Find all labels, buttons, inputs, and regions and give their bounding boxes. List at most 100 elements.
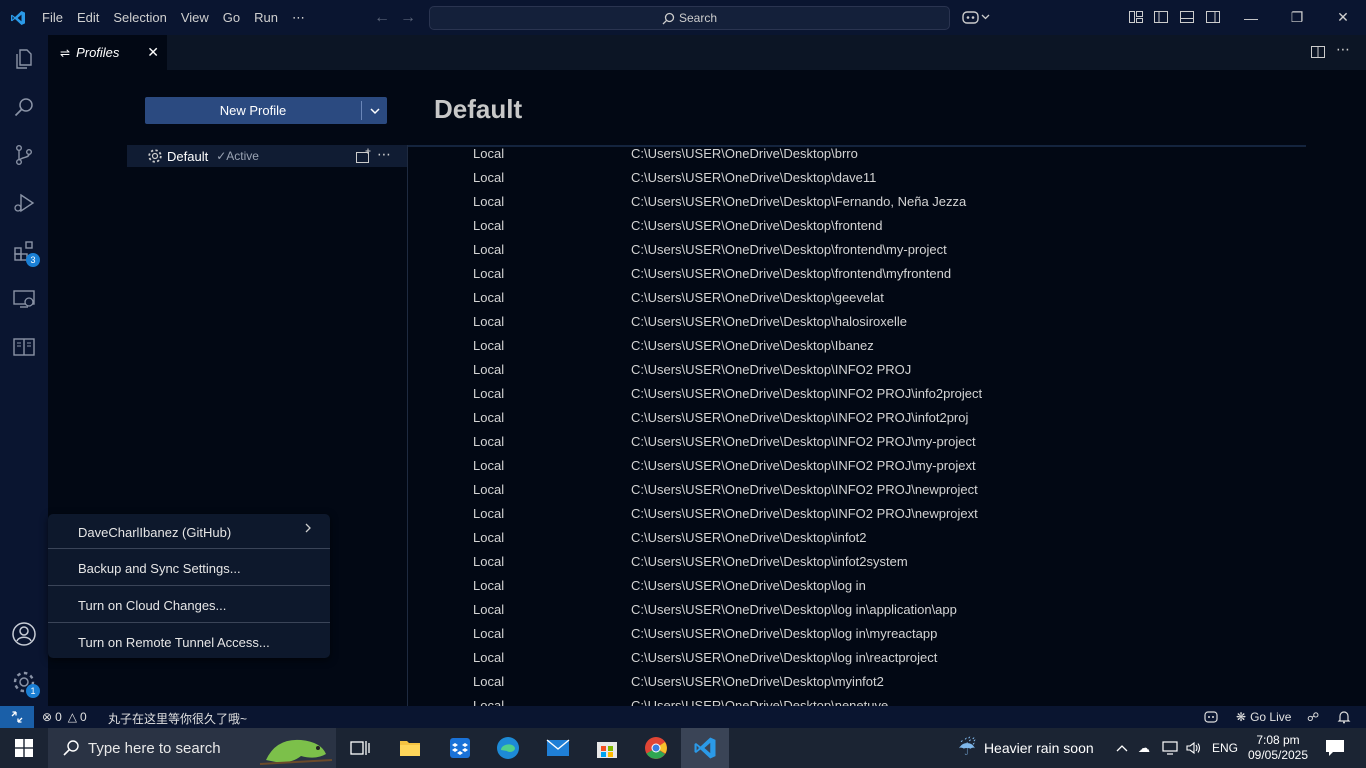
folder-host: Local — [473, 362, 505, 377]
menu-go[interactable]: Go — [216, 0, 247, 35]
show-hidden-icons-chevron-up-icon[interactable] — [1116, 728, 1128, 768]
table-row[interactable]: Local C:\Users\USER\OneDrive\Desktop\log … — [408, 646, 1308, 670]
menu-edit[interactable]: Edit — [70, 0, 106, 35]
github-account-menu-item[interactable]: DaveCharlIbanez (GitHub) — [48, 514, 330, 550]
toggle-primary-sidebar-icon[interactable] — [1153, 9, 1169, 25]
table-row[interactable]: Local C:\Users\USER\OneDrive\Desktop\info… — [408, 526, 1308, 550]
table-row[interactable]: Local C:\Users\USER\OneDrive\Desktop\brro — [408, 142, 1308, 166]
table-row[interactable]: Local C:\Users\USER\OneDrive\Desktop\log … — [408, 574, 1308, 598]
folder-host: Local — [473, 530, 505, 545]
go-live-button[interactable]: ❋ Go Live — [1236, 710, 1291, 724]
menu-run[interactable]: Run — [247, 0, 285, 35]
table-row[interactable]: Local C:\Users\USER\OneDrive\Desktop\INFO… — [408, 478, 1308, 502]
remote-indicator-icon[interactable] — [0, 706, 34, 728]
remote-tunnel-menu-item[interactable]: Turn on Remote Tunnel Access... — [48, 624, 330, 660]
minimize-window-button[interactable]: — — [1228, 0, 1274, 35]
table-row[interactable]: Local C:\Users\USER\OneDrive\Desktop\halo… — [408, 310, 1308, 334]
edge-browser-icon[interactable] — [484, 728, 532, 768]
close-icon[interactable]: ✕ — [147, 44, 159, 61]
table-row[interactable]: Local C:\Users\USER\OneDrive\Desktop\log … — [408, 622, 1308, 646]
copilot-icon[interactable] — [962, 9, 992, 25]
dropbox-icon[interactable] — [436, 728, 484, 768]
active-status-label: Active — [226, 149, 259, 163]
chrome-browser-icon[interactable] — [632, 728, 680, 768]
notifications-bell-icon[interactable] — [1337, 710, 1351, 724]
folder-path: C:\Users\USER\OneDrive\Desktop\INFO2 PRO… — [631, 410, 969, 425]
folder-path: C:\Users\USER\OneDrive\Desktop\nenetuve — [631, 698, 889, 706]
table-row[interactable]: Local C:\Users\USER\OneDrive\Desktop\fron… — [408, 214, 1308, 238]
table-row[interactable]: Local C:\Users\USER\OneDrive\Desktop\INFO… — [408, 502, 1308, 526]
explorer-icon[interactable] — [0, 35, 48, 83]
table-row[interactable]: Local C:\Users\USER\OneDrive\Desktop\fron… — [408, 238, 1308, 262]
menu-selection[interactable]: Selection — [106, 0, 173, 35]
problems-status[interactable]: ⊗ 0 △ 0 — [42, 710, 87, 724]
table-row[interactable]: Local C:\Users\USER\OneDrive\Desktop\Iban… — [408, 334, 1308, 358]
more-actions-icon[interactable]: ⋯ — [1336, 41, 1350, 58]
table-row[interactable]: Local C:\Users\USER\OneDrive\Desktop\myin… — [408, 670, 1308, 694]
windows-start-icon[interactable] — [0, 728, 48, 768]
split-editor-icon[interactable] — [1310, 44, 1326, 65]
source-control-icon[interactable] — [0, 131, 48, 179]
remote-explorer-icon[interactable] — [0, 275, 48, 323]
menu-more[interactable]: ⋯ — [285, 0, 312, 35]
menu-separator — [48, 548, 330, 549]
table-row[interactable]: Local C:\Users\USER\OneDrive\Desktop\geev… — [408, 286, 1308, 310]
restore-window-button[interactable]: ❐ — [1274, 0, 1320, 35]
taskbar-search-box[interactable]: Type here to search — [48, 728, 336, 768]
tab-profiles[interactable]: ⇌ Profiles ✕ — [48, 35, 167, 70]
table-row[interactable]: Local C:\Users\USER\OneDrive\Desktop\log … — [408, 598, 1308, 622]
clock[interactable]: 7:08 pm 09/05/2025 — [1248, 728, 1308, 768]
search-view-icon[interactable] — [0, 83, 48, 131]
accounts-icon[interactable] — [0, 610, 48, 658]
table-row[interactable]: Local C:\Users\USER\OneDrive\Desktop\INFO… — [408, 430, 1308, 454]
toggle-panel-icon[interactable] — [1179, 9, 1195, 25]
task-view-icon[interactable] — [336, 728, 384, 768]
volume-icon[interactable] — [1186, 728, 1202, 768]
back-arrow-icon[interactable]: ← — [374, 9, 390, 27]
command-center-search[interactable]: Search — [429, 6, 950, 30]
mail-icon[interactable] — [534, 728, 582, 768]
toggle-secondary-sidebar-icon[interactable] — [1205, 9, 1221, 25]
microsoft-store-icon[interactable] — [583, 728, 631, 768]
vscode-taskbar-icon[interactable] — [681, 728, 729, 768]
new-profile-dropdown-button[interactable] — [362, 97, 387, 124]
file-explorer-icon[interactable] — [386, 728, 434, 768]
new-profile-button[interactable]: New Profile — [145, 97, 361, 124]
network-icon[interactable] — [1162, 728, 1178, 768]
close-window-button[interactable]: ✕ — [1320, 0, 1366, 35]
extensions-icon[interactable]: 3 — [0, 227, 48, 275]
notification-center-icon[interactable]: 7 — [1322, 728, 1348, 768]
folder-host: Local — [473, 554, 505, 569]
profile-list-item-default[interactable]: Default ✓Active ⋯ — [127, 145, 407, 167]
active-status: ✓Active — [216, 149, 259, 163]
table-row[interactable]: Local C:\Users\USER\OneDrive\Desktop\dave… — [408, 166, 1308, 190]
manage-gear-icon[interactable]: 1 — [0, 658, 48, 706]
forward-arrow-icon[interactable]: → — [400, 9, 416, 27]
profile-more-actions-icon[interactable]: ⋯ — [377, 146, 391, 163]
cloud-sync-icon[interactable]: ☁ — [1138, 728, 1150, 768]
table-row[interactable]: Local C:\Users\USER\OneDrive\Desktop\nene… — [408, 694, 1308, 706]
folder-host: Local — [473, 482, 505, 497]
table-row[interactable]: Local C:\Users\USER\OneDrive\Desktop\info… — [408, 550, 1308, 574]
weather-widget[interactable]: ☔ Heavier rain soon — [958, 728, 1094, 768]
copilot-status-icon[interactable] — [1204, 710, 1218, 724]
table-row[interactable]: Local C:\Users\USER\OneDrive\Desktop\INFO… — [408, 382, 1308, 406]
new-window-with-profile-icon[interactable] — [355, 148, 371, 167]
menu-view[interactable]: View — [174, 0, 216, 35]
menu-file[interactable]: File — [35, 0, 70, 35]
backup-sync-menu-item[interactable]: Backup and Sync Settings... — [48, 550, 330, 586]
table-row[interactable]: Local C:\Users\USER\OneDrive\Desktop\INFO… — [408, 358, 1308, 382]
table-row[interactable]: Local C:\Users\USER\OneDrive\Desktop\INFO… — [408, 406, 1308, 430]
broadcast-icon: ❋ — [1236, 710, 1247, 724]
folder-path: C:\Users\USER\OneDrive\Desktop\frontend\… — [631, 266, 952, 281]
language-indicator[interactable]: ENG — [1212, 728, 1238, 768]
table-row[interactable]: Local C:\Users\USER\OneDrive\Desktop\fron… — [408, 262, 1308, 286]
folder-path: C:\Users\USER\OneDrive\Desktop\INFO2 PRO… — [631, 506, 978, 521]
cloud-changes-menu-item[interactable]: Turn on Cloud Changes... — [48, 587, 330, 623]
customize-layout-icon[interactable] — [1128, 9, 1144, 25]
live-share-icon[interactable]: ☍ — [1307, 710, 1319, 724]
table-row[interactable]: Local C:\Users\USER\OneDrive\Desktop\INFO… — [408, 454, 1308, 478]
documentation-book-icon[interactable] — [0, 323, 48, 371]
run-and-debug-icon[interactable] — [0, 179, 48, 227]
table-row[interactable]: Local C:\Users\USER\OneDrive\Desktop\Fern… — [408, 190, 1308, 214]
